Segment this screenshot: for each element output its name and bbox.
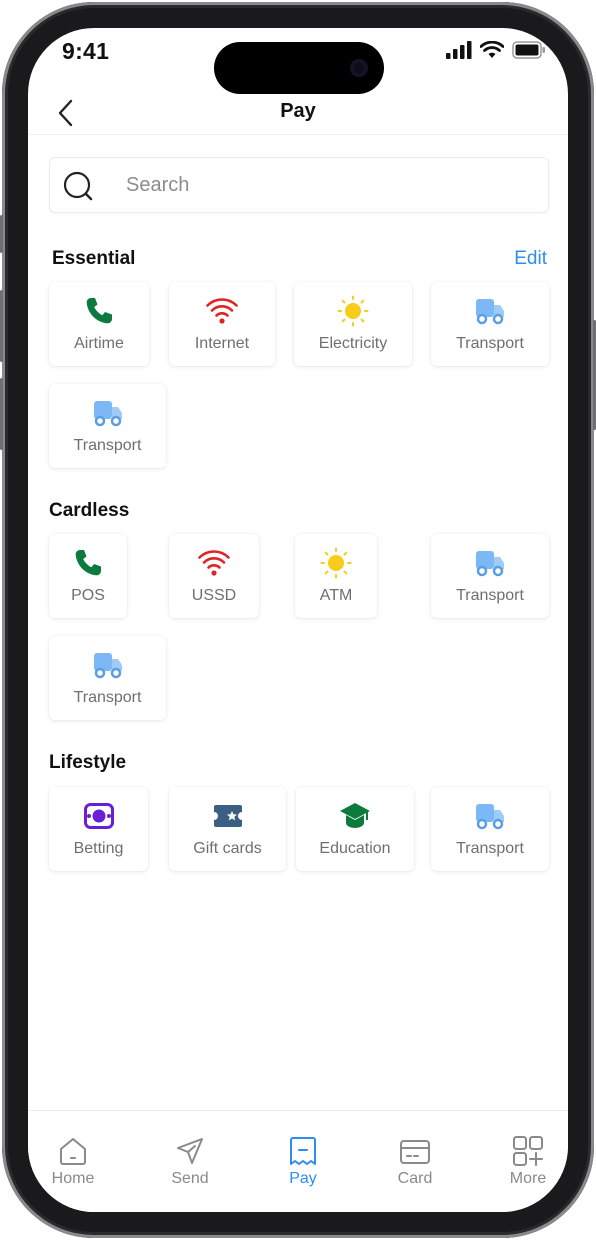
device-side-button [0, 215, 3, 253]
section-title-essential: Essential [52, 248, 136, 269]
truck-icon [92, 398, 124, 428]
nav-header: Pay [28, 88, 568, 135]
home-icon [60, 1138, 86, 1165]
tile-transport[interactable]: Transport [431, 282, 549, 366]
truck-icon [474, 548, 506, 578]
tile-label: POS [71, 587, 105, 604]
sun-icon [337, 295, 369, 327]
tile-label: Transport [73, 437, 142, 454]
truck-icon [474, 296, 506, 326]
tab-send[interactable]: Send [145, 1111, 235, 1191]
tile-education[interactable]: Education [296, 787, 414, 871]
app-screen: 9:41 Pay Search Essential Edit Airtime I… [28, 28, 568, 1212]
device-side-button [0, 290, 3, 362]
truck-icon [92, 650, 124, 680]
tab-label: Send [171, 1170, 209, 1187]
tile-label: ATM [319, 587, 353, 604]
status-time: 9:41 [62, 38, 110, 64]
tile-betting[interactable]: Betting [49, 787, 148, 871]
wifi-status-icon [480, 41, 504, 58]
tab-label: More [509, 1170, 547, 1187]
graduation-cap-icon [339, 801, 371, 831]
tile-transport[interactable]: Transport [431, 787, 549, 871]
search-icon [63, 171, 93, 201]
status-icons [446, 40, 546, 60]
section-title-lifestyle: Lifestyle [49, 752, 127, 773]
send-icon [177, 1138, 203, 1164]
pay-icon [290, 1137, 316, 1165]
device-side-button [0, 378, 3, 450]
tab-pay[interactable]: Pay [258, 1111, 348, 1191]
card-icon [400, 1140, 430, 1164]
tile-label: Transport [456, 587, 524, 604]
tile-atm[interactable]: ATM [295, 534, 377, 618]
tile-label: Internet [194, 335, 250, 352]
tile-internet[interactable]: Internet [169, 282, 275, 366]
battery-icon [512, 41, 545, 59]
tile-label: Gift cards [193, 840, 262, 857]
tile-electricity[interactable]: Electricity [294, 282, 412, 366]
sun-icon [320, 547, 352, 579]
tab-label: Pay [289, 1170, 317, 1187]
tile-transport[interactable]: Transport [49, 636, 166, 720]
tile-transport[interactable]: Transport [49, 384, 166, 468]
tab-card[interactable]: Card [370, 1111, 460, 1191]
tile-label: USSD [191, 587, 237, 604]
tile-airtime[interactable]: Airtime [49, 282, 149, 366]
tile-pos[interactable]: POS [49, 534, 127, 618]
tab-label: Home [51, 1170, 95, 1187]
tile-gift-cards[interactable]: Gift cards [169, 787, 286, 871]
truck-icon [474, 801, 506, 831]
grid-plus-icon [513, 1136, 543, 1166]
signal-icon [446, 41, 472, 59]
tile-label: Airtime [74, 335, 124, 352]
tile-label: Betting [73, 840, 124, 857]
betting-icon [83, 801, 115, 831]
wifi-icon [206, 296, 238, 326]
tab-label: Card [397, 1170, 433, 1187]
bottom-tab-bar: Home Send Pay Card More [28, 1110, 568, 1212]
gift-card-icon [212, 801, 244, 831]
section-title-cardless: Cardless [49, 500, 130, 521]
phone-icon [83, 296, 115, 326]
search-input[interactable] [126, 170, 526, 200]
tile-label: Education [319, 840, 391, 857]
dynamic-island [214, 42, 384, 94]
tile-transport[interactable]: Transport [431, 534, 549, 618]
search-bar [49, 157, 549, 213]
tab-more[interactable]: More [483, 1111, 568, 1191]
tile-label: Electricity [318, 335, 388, 352]
camera-icon [350, 59, 368, 77]
tile-ussd[interactable]: USSD [169, 534, 259, 618]
page-title: Pay [280, 100, 316, 122]
tab-home[interactable]: Home [28, 1111, 118, 1191]
wifi-icon [198, 548, 230, 578]
tile-label: Transport [73, 689, 142, 706]
phone-icon [72, 548, 104, 578]
tile-label: Transport [456, 335, 524, 352]
tile-label: Transport [456, 840, 524, 857]
edit-link[interactable]: Edit [514, 248, 547, 270]
